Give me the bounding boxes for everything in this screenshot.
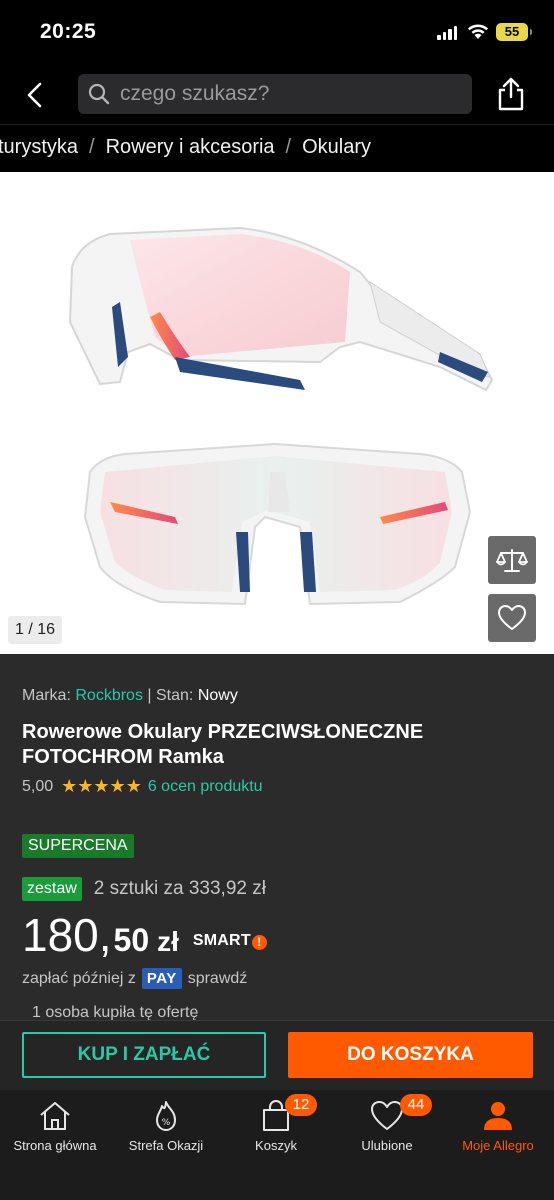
tab-my-allegro-label: Moje Allegro bbox=[462, 1138, 534, 1153]
tab-favorites-label: Ulubione bbox=[361, 1138, 413, 1153]
status-time: 20:25 bbox=[40, 20, 97, 43]
breadcrumb-separator: / bbox=[89, 136, 95, 158]
add-to-favorites-button[interactable] bbox=[488, 594, 536, 642]
product-image-gallery[interactable]: 1 / 16 bbox=[0, 172, 554, 654]
product-meta: Marka: Rockbros | Stan: Nowy bbox=[22, 687, 238, 705]
tab-home[interactable]: Strona główna bbox=[0, 1090, 110, 1170]
condition-label: Stan: bbox=[156, 687, 194, 704]
bottom-tab-bar: Strona główna % Strefa Okazji 12 Koszyk … bbox=[0, 1090, 554, 1200]
favorites-count-badge: 44 bbox=[400, 1094, 432, 1116]
breadcrumb-item-okulary[interactable]: Okulary bbox=[302, 136, 371, 158]
user-icon bbox=[484, 1102, 512, 1130]
tab-deals[interactable]: % Strefa Okazji bbox=[111, 1090, 221, 1170]
top-header bbox=[0, 64, 554, 124]
rating-stars-icon: ★★★★★ bbox=[61, 776, 142, 796]
product-info-panel: Marka: Rockbros | Stan: Nowy Rowerowe Ok… bbox=[0, 654, 554, 1020]
buy-now-button[interactable]: KUP I ZAPŁAĆ bbox=[22, 1032, 266, 1078]
scales-compare-icon bbox=[496, 549, 528, 572]
share-icon[interactable] bbox=[495, 76, 527, 112]
back-arrow-icon[interactable] bbox=[18, 78, 52, 112]
price-currency: zł bbox=[157, 926, 179, 957]
condition-value: Nowy bbox=[197, 687, 238, 704]
smart-label: SMART bbox=[192, 932, 251, 949]
rating-value: 5,00 bbox=[22, 777, 54, 795]
breadcrumb-item-turystyka[interactable]: turystyka bbox=[0, 136, 78, 158]
battery-indicator: 55 bbox=[496, 23, 532, 41]
svg-text:%: % bbox=[162, 1118, 171, 1128]
heart-icon bbox=[498, 605, 526, 630]
cart-count-badge: 12 bbox=[285, 1094, 317, 1116]
breadcrumb-item-rowery[interactable]: Rowery i akcesoria bbox=[106, 136, 275, 158]
meta-separator: | bbox=[147, 687, 152, 704]
purchase-action-bar: KUP I ZAPŁAĆ DO KOSZYKA bbox=[0, 1020, 554, 1090]
set-badge: zestaw bbox=[22, 877, 82, 901]
tab-my-allegro[interactable]: Moje Allegro bbox=[443, 1090, 553, 1170]
pay-later-check-link[interactable]: sprawdź bbox=[188, 970, 248, 988]
tab-deals-label: Strefa Okazji bbox=[128, 1138, 204, 1153]
brand-label: Marka: bbox=[22, 687, 71, 704]
tab-cart-label: Koszyk bbox=[255, 1138, 297, 1153]
reviews-link[interactable]: 6 ocen produktu bbox=[148, 778, 263, 796]
wifi-icon bbox=[468, 24, 488, 39]
smart-exclamation-icon: ! bbox=[251, 935, 267, 950]
deals-flame-icon: % bbox=[156, 1101, 176, 1131]
price-integer: 180, bbox=[22, 909, 112, 961]
tab-home-label: Strona główna bbox=[13, 1138, 97, 1153]
price-fraction: 50 bbox=[113, 922, 150, 958]
home-icon bbox=[40, 1102, 70, 1130]
supercena-badge: SUPERCENA bbox=[22, 834, 134, 858]
gallery-counter: 1 / 16 bbox=[8, 616, 63, 644]
set-offer-text: 2 sztuki za 333,92 zł bbox=[93, 878, 266, 899]
search-bar[interactable] bbox=[78, 74, 472, 114]
breadcrumb: turystyka / Rowery i akcesoria / Okulary bbox=[0, 124, 554, 172]
pay-later[interactable]: zapłać później z PAY sprawdź bbox=[22, 968, 247, 989]
price: 180, 50 zł SMART! bbox=[22, 908, 267, 962]
search-icon bbox=[88, 83, 110, 105]
cellular-signal-icon bbox=[437, 26, 457, 40]
compare-button[interactable] bbox=[488, 536, 536, 584]
product-title: Rowerowe Okulary PRZECIWSŁONECZNE FOTOCH… bbox=[22, 721, 424, 768]
product-image bbox=[68, 226, 494, 606]
tab-favorites[interactable]: 44 Ulubione bbox=[332, 1090, 442, 1170]
search-input[interactable] bbox=[120, 74, 460, 114]
tab-cart[interactable]: 12 Koszyk bbox=[221, 1090, 331, 1170]
set-offer[interactable]: zestaw 2 sztuki za 333,92 zł bbox=[22, 877, 266, 901]
status-bar: 20:25 55 bbox=[0, 0, 554, 64]
smart-badge[interactable]: SMART! bbox=[193, 932, 267, 950]
breadcrumb-separator: / bbox=[285, 136, 292, 158]
add-to-cart-button[interactable]: DO KOSZYKA bbox=[288, 1032, 533, 1078]
allegro-pay-badge: PAY bbox=[141, 968, 182, 989]
brand-link[interactable]: Rockbros bbox=[75, 687, 143, 704]
purchase-count: 1 osoba kupiła tę ofertę bbox=[32, 1004, 199, 1020]
pay-later-prefix: zapłać później z bbox=[22, 969, 136, 987]
product-rating: 5,00 ★★★★★ 6 ocen produktu bbox=[22, 776, 263, 797]
